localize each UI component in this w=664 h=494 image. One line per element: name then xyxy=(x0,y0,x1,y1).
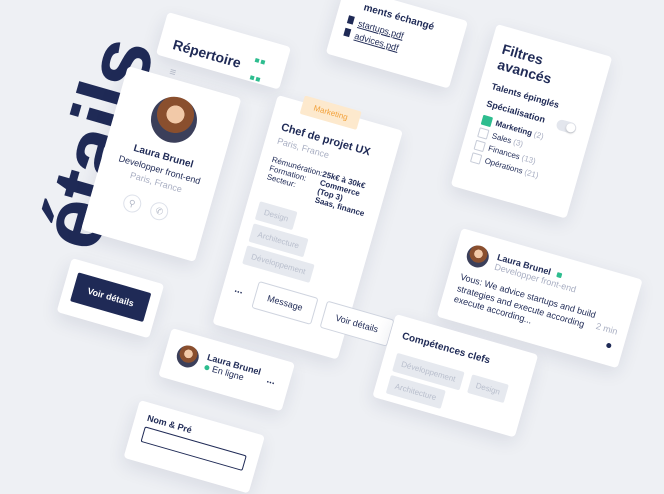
avatar xyxy=(145,91,203,149)
form-card: Nom & Pré xyxy=(123,400,265,494)
more-options-button[interactable]: ... xyxy=(266,374,277,387)
more-options-button[interactable]: ... xyxy=(233,284,244,297)
avatar xyxy=(174,342,202,371)
avatar xyxy=(464,242,492,271)
voir-details-button[interactable]: Voir détails xyxy=(70,272,152,323)
specialisation-toggle[interactable] xyxy=(555,118,578,135)
phone-icon[interactable]: ✆ xyxy=(148,200,171,223)
job-tag: Marketing xyxy=(299,95,362,130)
checkbox[interactable] xyxy=(480,114,494,128)
job-card: Marketing Chef de projet UX Paris, Franc… xyxy=(212,95,403,360)
stage: étails ments échangé startups.pdf advice… xyxy=(0,0,664,494)
file-icon xyxy=(346,15,355,25)
skill-chip: Design xyxy=(466,374,510,404)
directory-title: Répertoire xyxy=(171,36,243,71)
online-dot xyxy=(556,272,563,279)
voir-details-card: Voir détails xyxy=(56,258,165,339)
checkbox[interactable] xyxy=(473,139,486,153)
job-details-button[interactable]: Voir détails xyxy=(319,300,395,347)
directory-card: Répertoire ≡ xyxy=(155,12,292,90)
documents-card: ments échangé startups.pdf advices.pdf xyxy=(325,0,469,89)
filters-card: Filtres avancés Talents épinglés Spécial… xyxy=(450,24,613,219)
unread-dot xyxy=(605,342,612,349)
file-icon xyxy=(343,27,352,38)
checkbox[interactable] xyxy=(477,127,490,140)
grid-view-icon[interactable] xyxy=(248,50,269,88)
message-button[interactable]: Message xyxy=(251,280,319,326)
checkbox[interactable] xyxy=(469,152,483,165)
online-dot xyxy=(203,364,210,371)
user-icon[interactable]: ⚲ xyxy=(120,192,144,215)
